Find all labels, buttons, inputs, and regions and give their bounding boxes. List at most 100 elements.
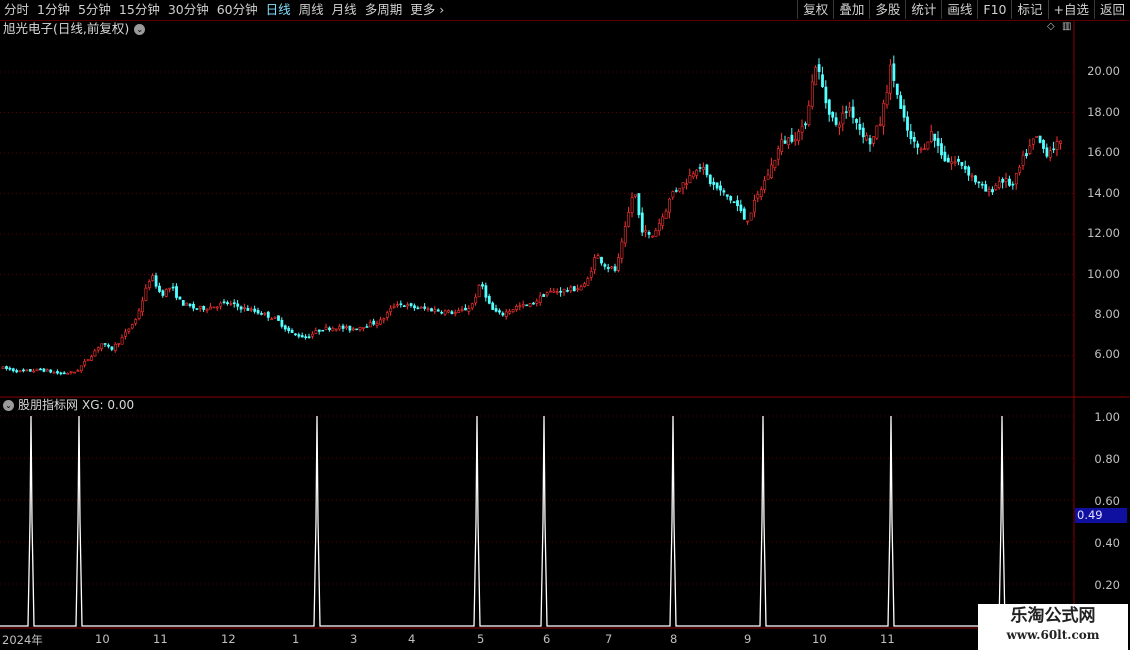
candle-up bbox=[1, 366, 5, 369]
candle-up bbox=[385, 312, 389, 318]
candle-up bbox=[746, 220, 750, 223]
candle-down bbox=[725, 194, 729, 197]
candle-down bbox=[895, 83, 899, 95]
indicator-tick: 0.60 bbox=[1094, 494, 1120, 508]
candle-down bbox=[494, 308, 498, 312]
candle-down bbox=[491, 302, 495, 310]
candle-up bbox=[144, 287, 148, 301]
candle-down bbox=[294, 333, 297, 336]
candle-up bbox=[929, 131, 933, 142]
candle-up bbox=[443, 310, 447, 315]
candle-up bbox=[644, 230, 648, 233]
candle-down bbox=[715, 182, 719, 189]
time-tick: 2024年 bbox=[2, 633, 43, 647]
indicator-tick: 0.20 bbox=[1094, 578, 1120, 592]
candle-down bbox=[372, 320, 376, 325]
candle-down bbox=[974, 175, 977, 183]
candle-up bbox=[797, 131, 801, 142]
candle-down bbox=[56, 371, 59, 374]
candle-down bbox=[902, 105, 906, 118]
candle-down bbox=[175, 286, 178, 298]
candle-up bbox=[212, 306, 216, 309]
candle-down bbox=[963, 166, 967, 170]
candle-up bbox=[311, 333, 314, 337]
candle-down bbox=[317, 329, 321, 332]
candle-up bbox=[634, 194, 637, 197]
candle-up bbox=[882, 102, 886, 127]
candle-up bbox=[596, 255, 600, 259]
candle-down bbox=[430, 308, 433, 312]
candle-down bbox=[831, 111, 835, 118]
candle-up bbox=[668, 198, 671, 213]
candle-up bbox=[270, 318, 274, 321]
candle-down bbox=[946, 157, 950, 163]
candle-up bbox=[52, 371, 56, 374]
candle-up bbox=[1048, 150, 1052, 158]
candle-down bbox=[481, 284, 484, 287]
candle-down bbox=[222, 301, 226, 304]
candle-up bbox=[885, 91, 889, 106]
candle-down bbox=[232, 302, 236, 304]
candle-up bbox=[1031, 138, 1035, 145]
candle-up bbox=[198, 306, 202, 309]
candle-up bbox=[426, 308, 430, 311]
candle-up bbox=[185, 302, 189, 306]
candle-up bbox=[79, 365, 83, 371]
candle-up bbox=[875, 125, 879, 139]
candle-up bbox=[93, 350, 97, 357]
candle-up bbox=[86, 359, 90, 362]
candle-up bbox=[205, 308, 209, 311]
candle-down bbox=[307, 336, 311, 339]
time-tick: 1 bbox=[292, 632, 300, 646]
candle-up bbox=[90, 356, 93, 361]
candle-up bbox=[1059, 140, 1062, 144]
candle-up bbox=[243, 307, 246, 309]
candle-down bbox=[906, 116, 909, 131]
candle-down bbox=[912, 136, 916, 142]
candle-up bbox=[66, 372, 70, 375]
candle-up bbox=[25, 369, 29, 372]
candle-down bbox=[365, 326, 369, 328]
candle-up bbox=[661, 216, 665, 226]
watermark-logo: 乐淘公式网 www.60lt.com bbox=[978, 604, 1128, 650]
candle-up bbox=[1018, 166, 1022, 173]
candle-up bbox=[807, 105, 811, 125]
candle-up bbox=[96, 347, 100, 351]
candle-up bbox=[375, 323, 379, 326]
candle-down bbox=[450, 311, 454, 314]
indicator-tick: 0.40 bbox=[1094, 536, 1120, 550]
candle-down bbox=[28, 369, 32, 372]
candle-down bbox=[742, 208, 746, 220]
candle-up bbox=[1021, 154, 1025, 166]
candle-up bbox=[358, 327, 362, 330]
candle-down bbox=[297, 334, 301, 337]
candle-down bbox=[178, 296, 182, 300]
candle-up bbox=[35, 368, 39, 371]
candle-down bbox=[328, 327, 331, 331]
candle-up bbox=[151, 275, 155, 281]
candle-up bbox=[763, 180, 767, 190]
candle-up bbox=[406, 304, 410, 307]
candle-up bbox=[950, 161, 954, 164]
candle-up bbox=[209, 306, 212, 310]
candle-down bbox=[409, 303, 413, 306]
candle-up bbox=[334, 328, 338, 331]
candle-down bbox=[827, 99, 831, 115]
candle-up bbox=[508, 310, 512, 314]
candle-up bbox=[1055, 141, 1059, 150]
candle-up bbox=[273, 316, 277, 319]
candle-down bbox=[637, 193, 641, 216]
candle-down bbox=[49, 369, 53, 373]
candle-down bbox=[1045, 147, 1049, 157]
candle-up bbox=[130, 324, 134, 329]
candle-up bbox=[535, 300, 539, 304]
candle-up bbox=[814, 67, 818, 86]
chevron-down-icon[interactable]: ⌄ bbox=[3, 400, 14, 411]
candle-up bbox=[552, 290, 556, 293]
candle-down bbox=[399, 303, 403, 306]
candle-up bbox=[73, 371, 76, 374]
candle-up bbox=[113, 343, 117, 351]
price-tick: 18.00 bbox=[1087, 105, 1120, 119]
candle-down bbox=[1025, 153, 1028, 157]
candle-up bbox=[562, 288, 566, 293]
